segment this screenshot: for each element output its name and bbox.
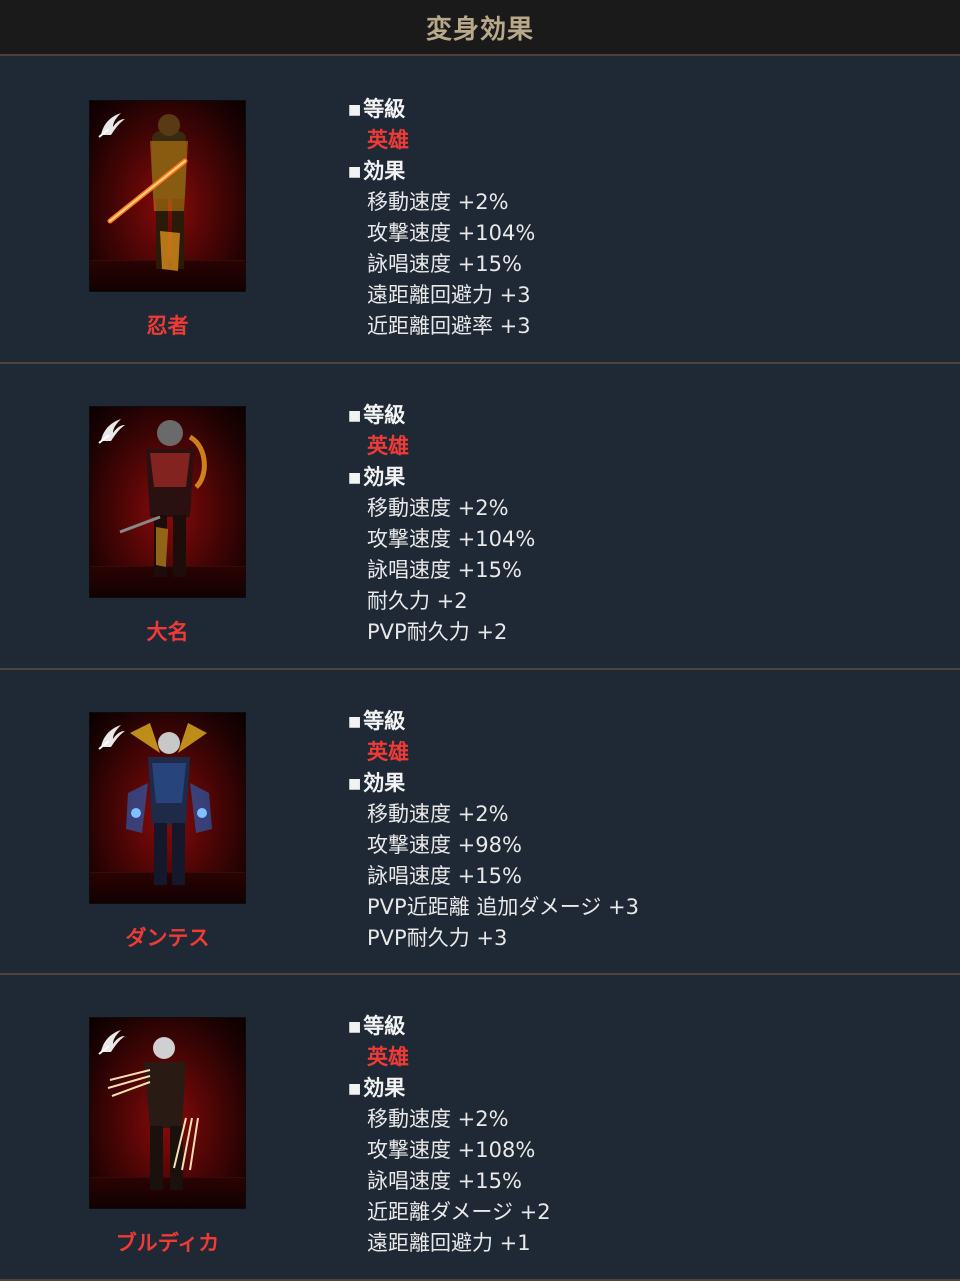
- effect-heading: ■効果: [348, 465, 406, 489]
- wing-icon: [98, 419, 125, 444]
- info-block: ■等級 英雄 ■効果 移動速度 +2% 攻撃速度 +104% 詠唱速度 +15%…: [348, 400, 535, 648]
- character-portrait: [89, 406, 246, 598]
- effect-item: PVP耐久力 +3: [367, 926, 508, 950]
- wing-icon: [98, 1030, 125, 1055]
- character-name: ブルディカ: [115, 1231, 220, 1255]
- effect-item: 移動速度 +2%: [367, 802, 509, 826]
- transformation-effects-page: 変身効果 忍者 ■等級 英雄 ■効果 移動速度 +2% 攻撃速度 +104% 詠…: [0, 0, 960, 1281]
- effect-heading: ■効果: [348, 159, 406, 183]
- effect-item: 攻撃速度 +104%: [367, 221, 536, 245]
- info-block: ■等級 英雄 ■効果 移動速度 +2% 攻撃速度 +98% 詠唱速度 +15% …: [348, 706, 639, 954]
- effect-item: 耐久力 +2: [367, 589, 468, 613]
- transformation-row: ブルディカ ■等級 英雄 ■効果 移動速度 +2% 攻撃速度 +108% 詠唱速…: [0, 975, 960, 1279]
- grade-heading: ■等級: [348, 1014, 406, 1038]
- wing-icon: [98, 725, 125, 750]
- effect-item: 攻撃速度 +98%: [367, 833, 522, 857]
- transformation-row: ダンテス ■等級 英雄 ■効果 移動速度 +2% 攻撃速度 +98% 詠唱速度 …: [0, 670, 960, 974]
- character-portrait: [89, 100, 246, 292]
- grade-heading: ■等級: [348, 97, 406, 121]
- effect-item: 近距離ダメージ +2: [367, 1200, 551, 1224]
- grade-value: 英雄: [367, 128, 409, 152]
- transformation-row: 忍者 ■等級 英雄 ■効果 移動速度 +2% 攻撃速度 +104% 詠唱速度 +…: [0, 58, 960, 362]
- effect-item: 攻撃速度 +104%: [367, 527, 536, 551]
- info-block: ■等級 英雄 ■効果 移動速度 +2% 攻撃速度 +104% 詠唱速度 +15%…: [348, 94, 535, 342]
- effect-item: 詠唱速度 +15%: [367, 252, 522, 276]
- grade-heading: ■等級: [348, 709, 406, 733]
- effect-item: 詠唱速度 +15%: [367, 1169, 522, 1193]
- character-portrait: [89, 712, 246, 904]
- effect-item: 遠距離回避力 +1: [367, 1231, 531, 1255]
- page-title: 変身効果: [425, 14, 534, 45]
- effect-item: PVP耐久力 +2: [367, 620, 508, 644]
- effect-item: 近距離回避率 +3: [367, 314, 531, 338]
- effect-item: 詠唱速度 +15%: [367, 864, 522, 888]
- character-portrait: [89, 1017, 246, 1209]
- page-header: 変身効果: [0, 0, 960, 56]
- effect-item: 移動速度 +2%: [367, 496, 509, 520]
- effect-item: 攻撃速度 +108%: [367, 1138, 536, 1162]
- grade-heading: ■等級: [348, 403, 406, 427]
- wing-icon: [98, 113, 125, 138]
- effect-item: 移動速度 +2%: [367, 1107, 509, 1131]
- grade-value: 英雄: [367, 434, 409, 458]
- character-name: 大名: [146, 620, 189, 644]
- effect-item: 移動速度 +2%: [367, 190, 509, 214]
- grade-value: 英雄: [367, 740, 409, 764]
- effect-item: PVP近距離 追加ダメージ +3: [367, 895, 639, 919]
- effect-item: 詠唱速度 +15%: [367, 558, 522, 582]
- effect-item: 遠距離回避力 +3: [367, 283, 531, 307]
- character-name: 忍者: [146, 314, 189, 338]
- character-name: ダンテス: [125, 926, 210, 950]
- transformation-row: 大名 ■等級 英雄 ■効果 移動速度 +2% 攻撃速度 +104% 詠唱速度 +…: [0, 364, 960, 668]
- effect-heading: ■効果: [348, 771, 406, 795]
- grade-value: 英雄: [367, 1045, 409, 1069]
- info-block: ■等級 英雄 ■効果 移動速度 +2% 攻撃速度 +108% 詠唱速度 +15%…: [348, 1011, 551, 1259]
- effect-heading: ■効果: [348, 1076, 406, 1100]
